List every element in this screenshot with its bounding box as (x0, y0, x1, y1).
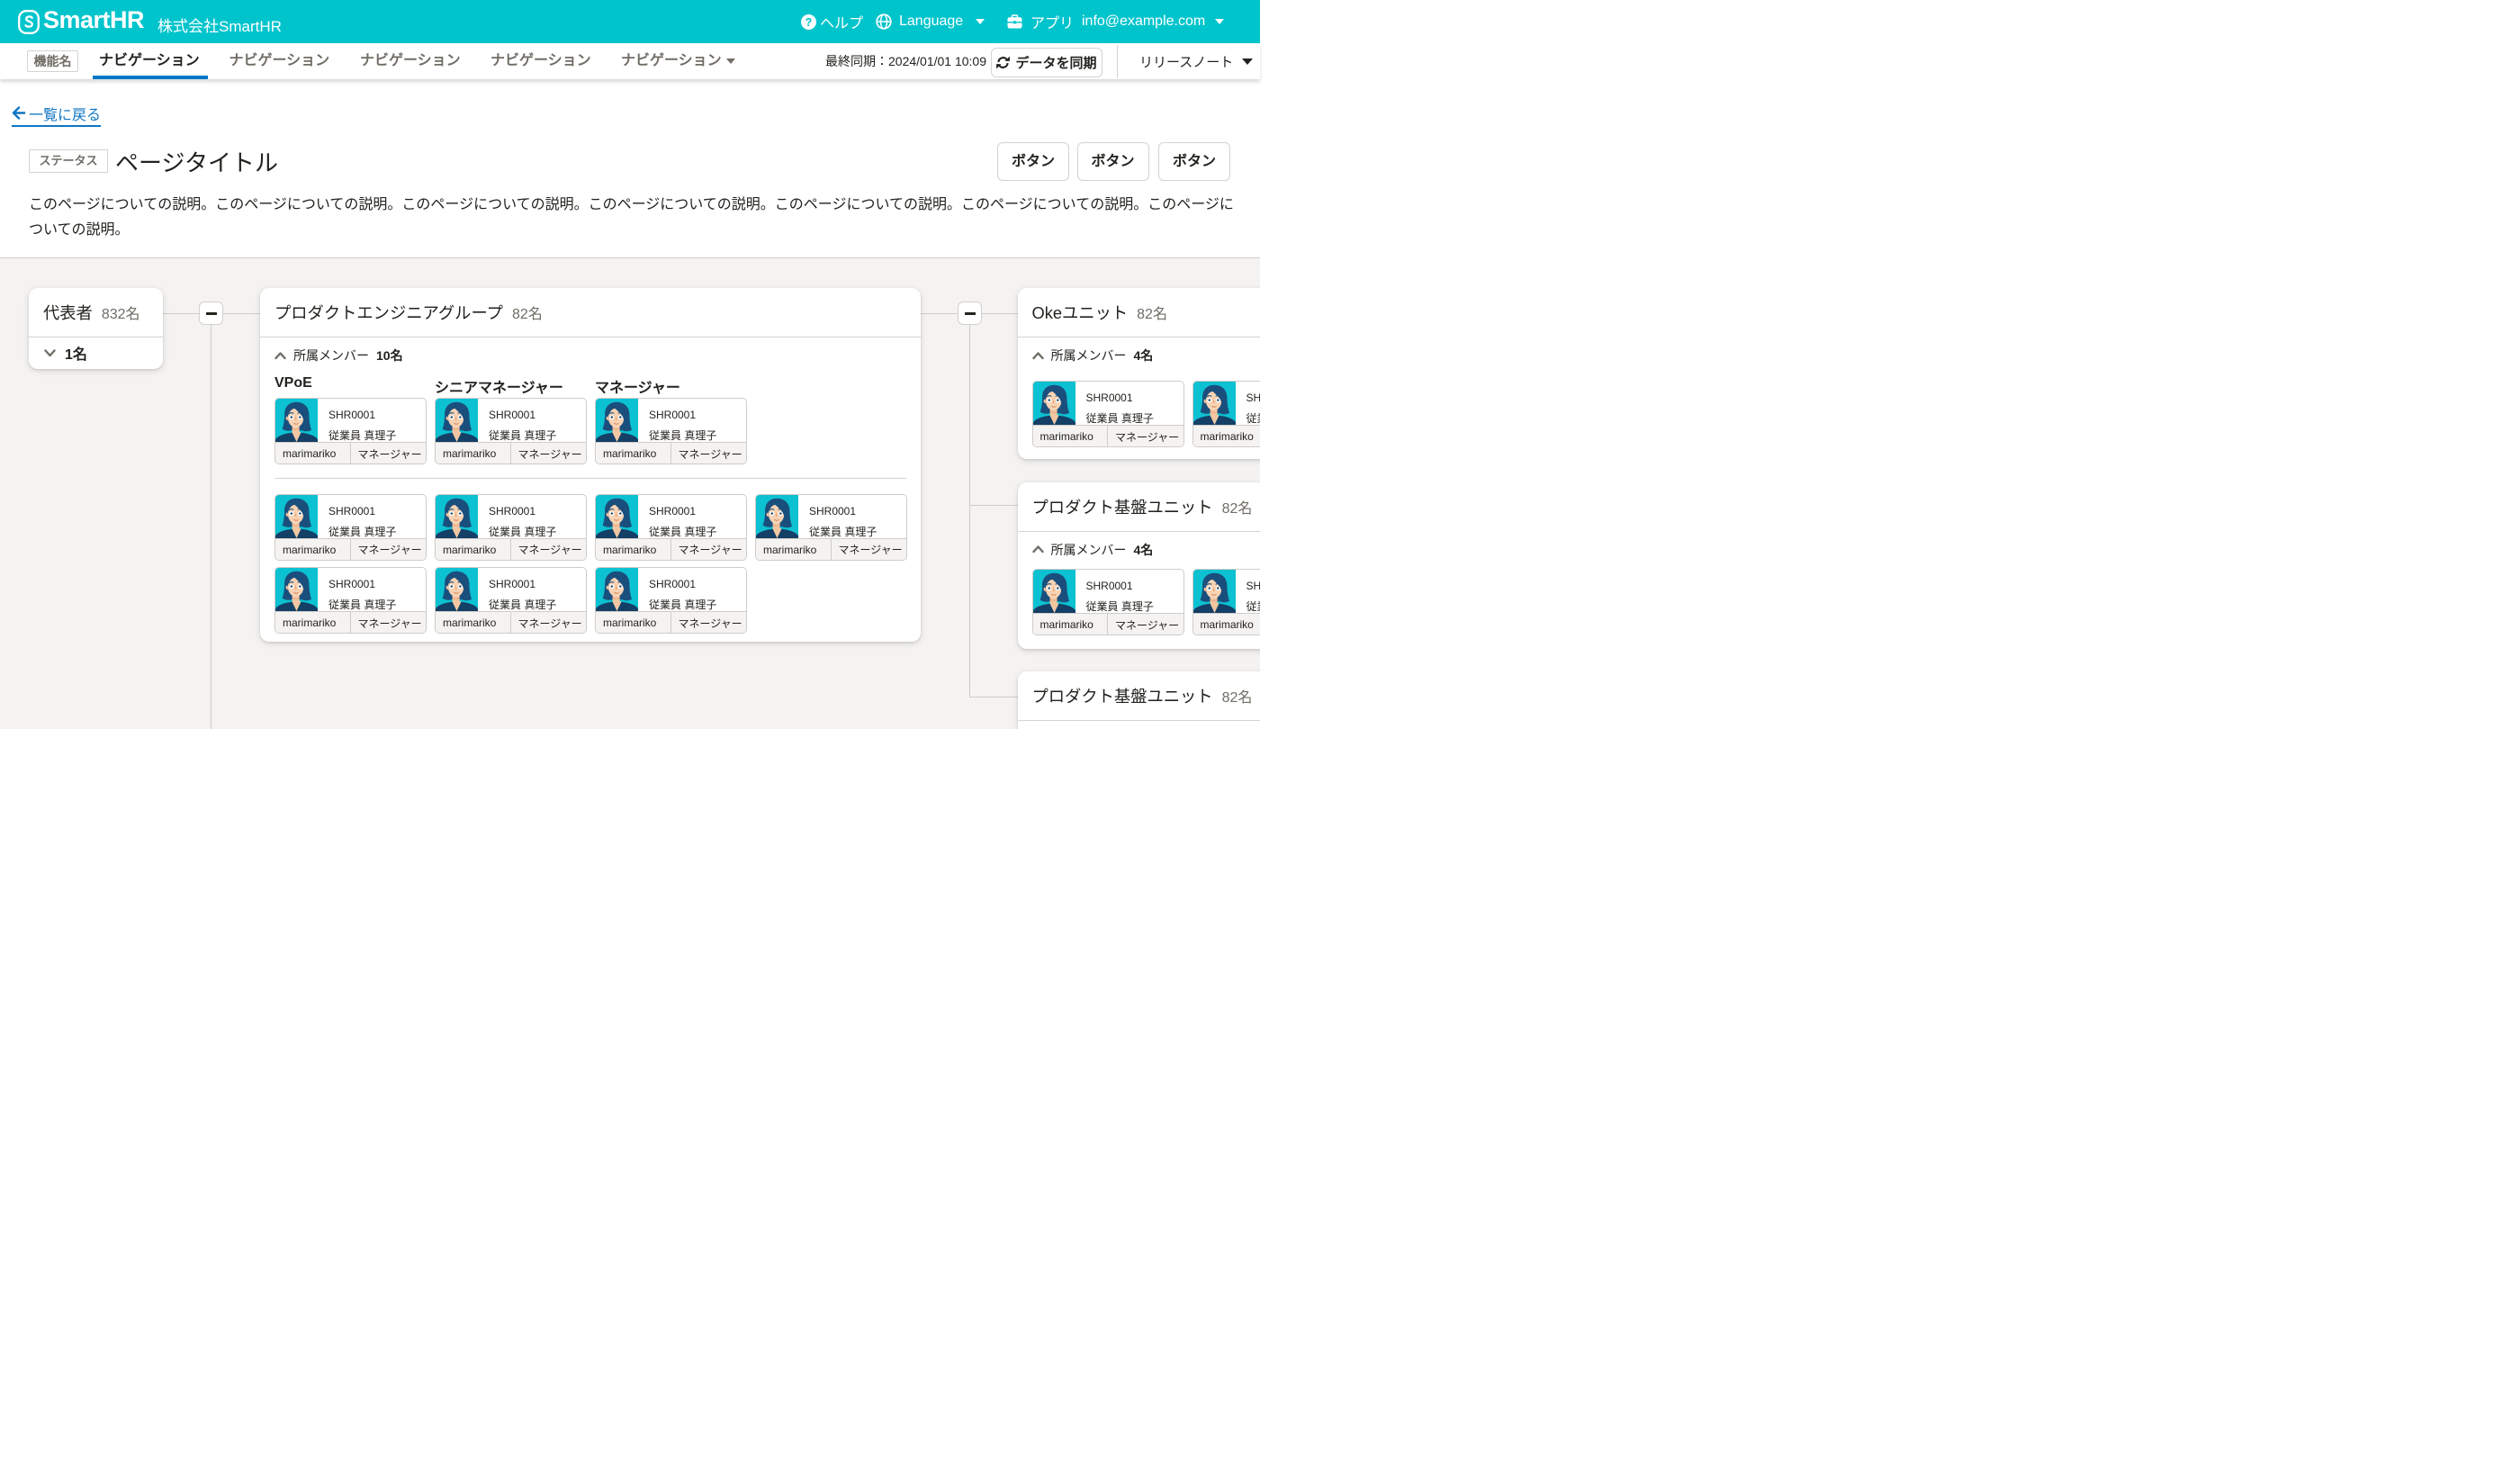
svg-text:?: ? (806, 15, 813, 28)
